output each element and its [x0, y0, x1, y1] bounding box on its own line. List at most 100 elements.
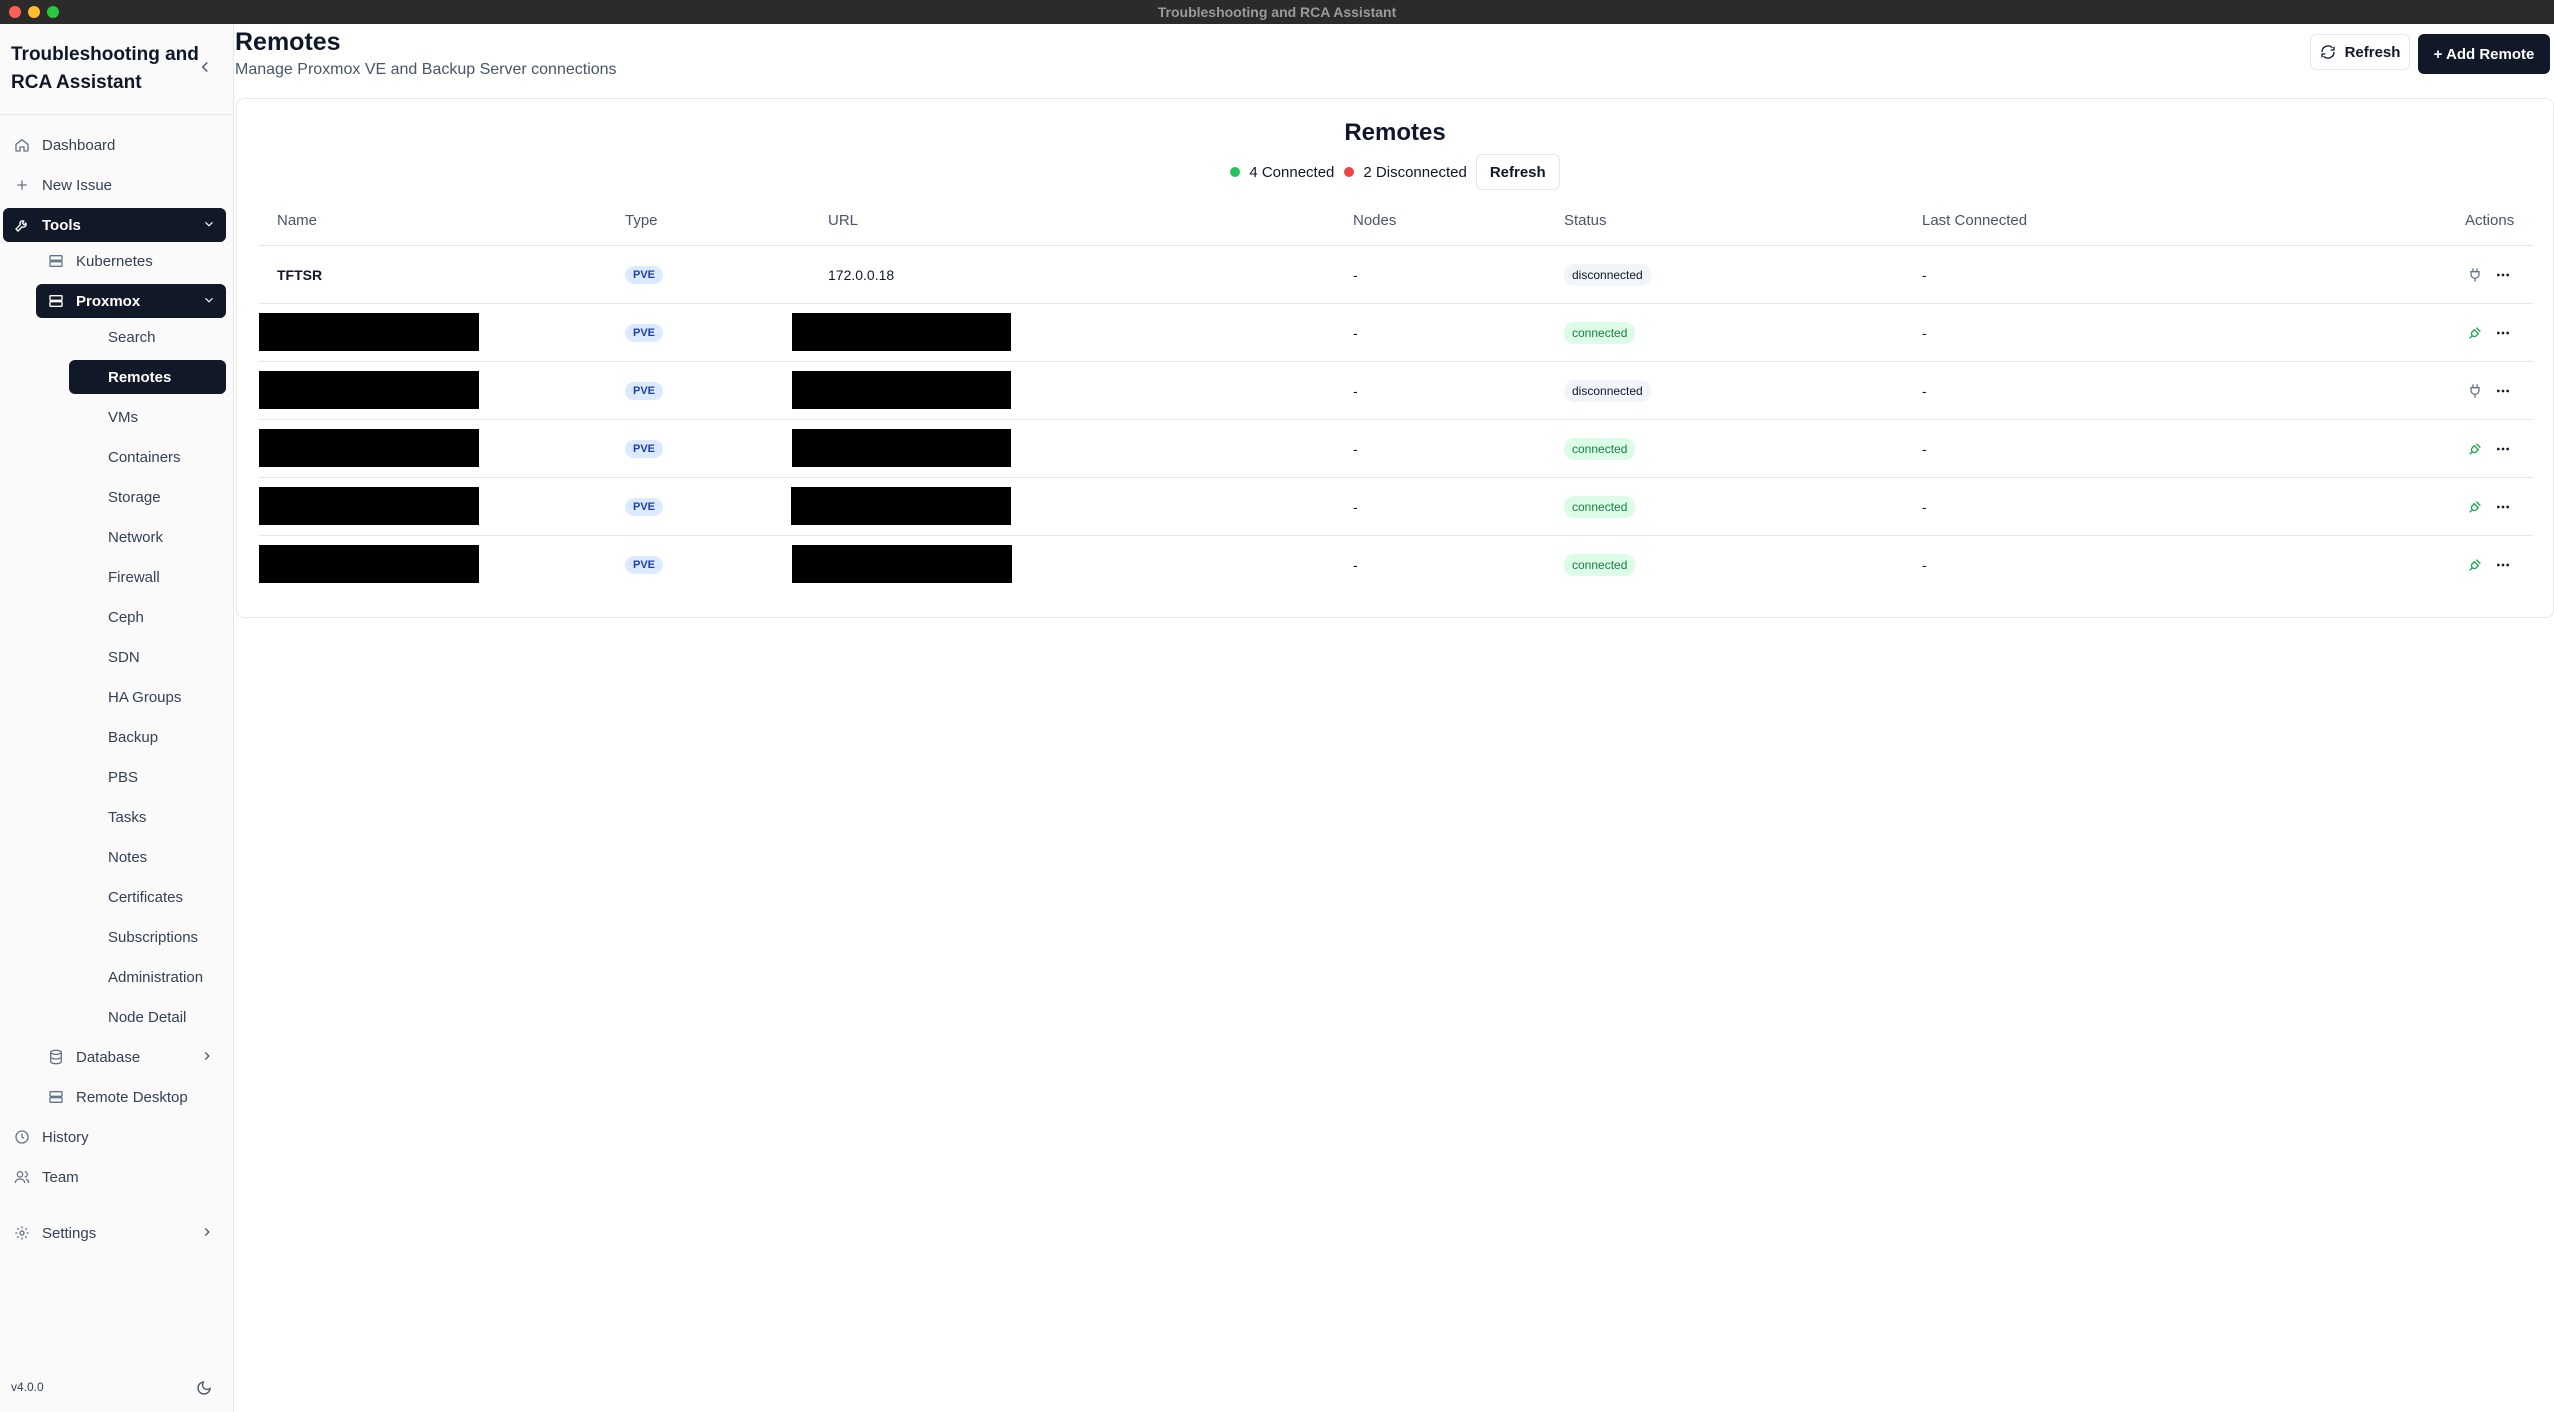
app-version: v4.0.0	[11, 1380, 44, 1394]
sidebar-subitem-ceph[interactable]: Ceph	[108, 600, 224, 634]
redacted-name	[259, 429, 479, 467]
redacted-url	[792, 371, 1011, 409]
sidebar-item-label: Tools	[42, 216, 81, 234]
sidebar-subitem-sdn[interactable]: SDN	[108, 640, 224, 674]
sidebar-item-dashboard[interactable]: Dashboard	[14, 128, 224, 162]
sidebar-item-label: New Issue	[42, 176, 113, 194]
disconnected-dot-icon	[1344, 167, 1355, 177]
window-titlebar: Troubleshooting and RCA Assistant	[0, 0, 2554, 24]
sidebar-subitem-certificates[interactable]: Certificates	[108, 880, 224, 914]
plug-connected-icon[interactable]	[2467, 441, 2483, 457]
sidebar-item-proxmox[interactable]: Proxmox	[36, 284, 226, 318]
sidebar-subitem-search[interactable]: Search	[108, 320, 224, 354]
cell-last-connected: -	[1922, 499, 1927, 515]
redacted-name	[259, 487, 479, 525]
sidebar-subitem-network[interactable]: Network	[108, 520, 224, 554]
sidebar-subitem-ha-groups[interactable]: HA Groups	[108, 680, 224, 714]
cell-nodes: -	[1353, 325, 1358, 341]
type-badge: PVE	[625, 382, 664, 400]
sidebar-item-new-issue[interactable]: New Issue	[14, 168, 224, 202]
table-row[interactable]: PVE - connected -	[259, 478, 2533, 536]
server-icon	[49, 1091, 63, 1103]
cell-nodes: -	[1353, 267, 1358, 283]
table-row[interactable]: TFTSR PVE 172.0.0.18 - disconnected -	[259, 246, 2533, 304]
status-badge: disconnected	[1564, 264, 1651, 286]
refresh-button[interactable]: Refresh	[2310, 34, 2410, 70]
plus-icon	[17, 180, 27, 190]
sidebar-subitem-containers[interactable]: Containers	[108, 440, 224, 474]
sidebar-subitem-notes[interactable]: Notes	[108, 840, 224, 874]
plug-icon[interactable]	[2467, 267, 2483, 283]
sidebar-subitem-vms[interactable]: VMs	[108, 400, 224, 434]
more-horizontal-icon[interactable]	[2495, 499, 2511, 515]
app-brand: Troubleshooting and RCA Assistant	[11, 44, 199, 93]
table-row[interactable]: PVE - connected -	[259, 536, 2533, 594]
redacted-name	[259, 371, 479, 409]
sidebar-subitem-subscriptions[interactable]: Subscriptions	[108, 920, 228, 954]
remotes-card: Remotes 4 Connected 2 Disconnected Refre…	[236, 98, 2554, 618]
sidebar-item-tools[interactable]: Tools	[3, 208, 226, 242]
sidebar-subitem-pbs[interactable]: PBS	[108, 760, 224, 794]
more-horizontal-icon[interactable]	[2495, 325, 2511, 341]
cell-last-connected: -	[1922, 557, 1927, 573]
sidebar-item-history[interactable]: History	[14, 1120, 224, 1154]
card-refresh-button[interactable]: Refresh	[1475, 154, 1560, 190]
redacted-url	[791, 487, 1011, 525]
chevron-right-icon	[204, 1228, 210, 1236]
sidebar-item-database[interactable]: Database	[48, 1040, 224, 1074]
gear-icon	[15, 1226, 29, 1240]
sidebar-subitem-storage[interactable]: Storage	[108, 480, 224, 514]
type-badge: PVE	[625, 440, 664, 458]
redacted-name	[259, 545, 479, 583]
plug-connected-icon[interactable]	[2467, 557, 2483, 573]
table-row[interactable]: PVE - disconnected -	[259, 362, 2533, 420]
type-badge: PVE	[625, 266, 664, 284]
sidebar-subitem-firewall[interactable]: Firewall	[108, 560, 224, 594]
sidebar-item-remote-desktop[interactable]: Remote Desktop	[48, 1080, 224, 1114]
sidebar-subitem-node-detail[interactable]: Node Detail	[108, 1000, 228, 1034]
sidebar-subitem-administration[interactable]: Administration	[108, 960, 228, 994]
more-horizontal-icon[interactable]	[2495, 383, 2511, 399]
sidebar-item-label: History	[42, 1128, 89, 1146]
sidebar-item-label: Remote Desktop	[76, 1088, 188, 1106]
plug-icon[interactable]	[2467, 383, 2483, 399]
table-row[interactable]: PVE - connected -	[259, 420, 2533, 478]
cell-last-connected: -	[1922, 441, 1927, 457]
sidebar-subitem-tasks[interactable]: Tasks	[108, 800, 224, 834]
add-remote-button[interactable]: + Add Remote	[2418, 34, 2550, 74]
window-title: Troubleshooting and RCA Assistant	[1157, 4, 1397, 20]
status-badge: disconnected	[1564, 380, 1651, 402]
refresh-icon	[2320, 45, 2335, 59]
plug-connected-icon[interactable]	[2467, 325, 2483, 341]
status-badge: connected	[1564, 438, 1636, 460]
cell-last-connected: -	[1922, 267, 1927, 283]
moon-icon[interactable]	[196, 1380, 212, 1396]
sidebar-subitem-remotes[interactable]: Remotes	[69, 360, 226, 394]
sidebar-item-team[interactable]: Team	[14, 1160, 224, 1194]
more-horizontal-icon[interactable]	[2495, 267, 2511, 283]
status-badge: connected	[1564, 496, 1636, 518]
sidebar: Troubleshooting and RCA Assistant Dashbo…	[0, 24, 234, 1412]
chevron-left-icon[interactable]	[196, 58, 214, 76]
sidebar-item-settings[interactable]: Settings	[14, 1216, 224, 1250]
server-icon	[49, 295, 63, 307]
sidebar-item-label: Proxmox	[76, 292, 141, 310]
column-header-nodes: Nodes	[1353, 212, 1397, 229]
column-header-status: Status	[1564, 212, 1607, 229]
sidebar-subitem-backup[interactable]: Backup	[108, 720, 224, 754]
sidebar-item-label: Settings	[42, 1224, 97, 1242]
type-badge: PVE	[625, 498, 664, 516]
type-badge: PVE	[625, 556, 664, 574]
table-row[interactable]: PVE - connected -	[259, 304, 2533, 362]
sidebar-item-label: Kubernetes	[76, 252, 153, 270]
column-header-name: Name	[277, 212, 318, 229]
sidebar-item-kubernetes[interactable]: Kubernetes	[48, 244, 224, 278]
cell-nodes: -	[1353, 499, 1358, 515]
more-horizontal-icon[interactable]	[2495, 441, 2511, 457]
connected-dot-icon	[1230, 167, 1241, 177]
more-horizontal-icon[interactable]	[2495, 557, 2511, 573]
server-icon	[49, 255, 63, 267]
sidebar-item-label: Database	[76, 1048, 141, 1066]
sidebar-item-label: Team	[42, 1168, 79, 1186]
plug-connected-icon[interactable]	[2467, 499, 2483, 515]
